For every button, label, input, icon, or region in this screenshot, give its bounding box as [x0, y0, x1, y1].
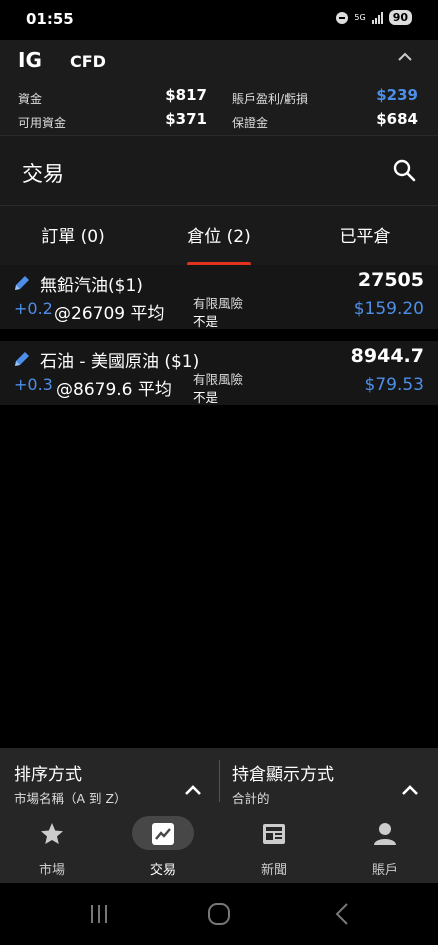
position-size: +0.3 — [14, 375, 53, 394]
network-label: 5G — [354, 13, 366, 22]
position-price: 27505 — [357, 269, 424, 291]
page-title: 交易 — [22, 162, 64, 186]
position-price: 8944.7 — [350, 345, 424, 367]
limited-risk-value: 不是 — [193, 314, 219, 329]
row-divider — [0, 331, 438, 341]
sort-by-title: 排序方式 — [14, 765, 82, 785]
nav-label: 市場 — [38, 863, 65, 878]
display-mode-value: 合計的 — [232, 791, 270, 806]
margin-value: $684 — [376, 110, 418, 128]
system-nav-bar — [0, 883, 438, 945]
sort-by-value: 市場名稱（A 到 Z） — [14, 791, 127, 806]
nav-trade[interactable]: 交易 — [113, 813, 213, 883]
position-name: 無鉛汽油($1) — [40, 276, 143, 296]
status-time: 01:55 — [26, 10, 74, 28]
limited-risk-label: 有限風險 — [193, 372, 244, 387]
tab-positions[interactable]: 倉位 (2) — [146, 206, 292, 266]
account-summary: IG CFD 資金 $817 可用資金 $371 賬戶盈利/虧損 $239 保證… — [0, 40, 438, 135]
display-mode-control[interactable]: 持倉顯示方式 合計的 — [220, 748, 438, 813]
nav-label: 賬戶 — [371, 863, 398, 878]
sort-panel: 排序方式 市場名稱（A 到 Z） 持倉顯示方式 合計的 — [0, 748, 438, 813]
battery-icon: 90 — [388, 10, 412, 25]
chevron-up-icon — [185, 785, 201, 795]
available-value: $371 — [165, 110, 207, 128]
signal-icon — [371, 11, 383, 24]
nav-label: 新聞 — [260, 863, 287, 878]
nav-label: 交易 — [149, 863, 176, 878]
pencil-icon[interactable] — [12, 273, 32, 293]
status-icons: 5G 90 — [336, 10, 412, 25]
recent-apps-icon[interactable] — [86, 901, 112, 927]
do-not-disturb-icon — [336, 11, 349, 24]
pl-value: $239 — [376, 86, 418, 104]
brand-logo: IG — [18, 48, 42, 72]
newspaper-icon — [263, 824, 285, 844]
available-label: 可用資金 — [18, 116, 67, 130]
position-row[interactable]: 無鉛汽油($1) +0.2 @26709 平均 有限風險 不是 27505 $1… — [0, 265, 438, 329]
position-row[interactable]: 石油 - 美國原油 ($1) +0.3 @8679.6 平均 有限風險 不是 8… — [0, 341, 438, 405]
sort-by-control[interactable]: 排序方式 市場名稱（A 到 Z） — [0, 748, 219, 813]
chevron-up-icon — [402, 785, 418, 795]
search-icon[interactable] — [392, 158, 416, 182]
display-mode-title: 持倉顯示方式 — [232, 765, 334, 785]
nav-news[interactable]: 新聞 — [224, 813, 324, 883]
position-pl: $79.53 — [364, 375, 424, 395]
home-icon[interactable] — [206, 901, 232, 927]
account-type: CFD — [70, 52, 106, 71]
page-header: 交易 — [0, 135, 438, 205]
bottom-nav: 市場 交易 新聞 賬戶 — [0, 813, 438, 883]
chevron-up-icon[interactable] — [396, 48, 414, 66]
tab-bar: 訂單 (0) 倉位 (2) 已平倉 — [0, 205, 438, 266]
chart-icon — [152, 823, 174, 845]
funds-label: 資金 — [18, 92, 43, 106]
status-bar: 01:55 5G 90 — [0, 0, 438, 40]
funds-value: $817 — [165, 86, 207, 104]
pl-label: 賬戶盈利/虧損 — [232, 92, 309, 106]
tab-closed[interactable]: 已平倉 — [292, 206, 438, 266]
margin-label: 保證金 — [232, 116, 269, 130]
tab-orders[interactable]: 訂單 (0) — [0, 206, 146, 266]
nav-account[interactable]: 賬戶 — [335, 813, 435, 883]
position-name: 石油 - 美國原油 ($1) — [40, 352, 200, 372]
position-open-level: @26709 平均 — [54, 304, 165, 324]
position-size: +0.2 — [14, 299, 53, 318]
back-icon[interactable] — [330, 901, 356, 927]
person-icon — [374, 823, 396, 845]
position-open-level: @8679.6 平均 — [56, 380, 172, 400]
star-icon — [41, 823, 63, 844]
pencil-icon[interactable] — [12, 349, 32, 369]
limited-risk-label: 有限風險 — [193, 296, 244, 311]
position-pl: $159.20 — [353, 299, 424, 319]
limited-risk-value: 不是 — [193, 390, 219, 405]
nav-markets[interactable]: 市場 — [2, 813, 102, 883]
